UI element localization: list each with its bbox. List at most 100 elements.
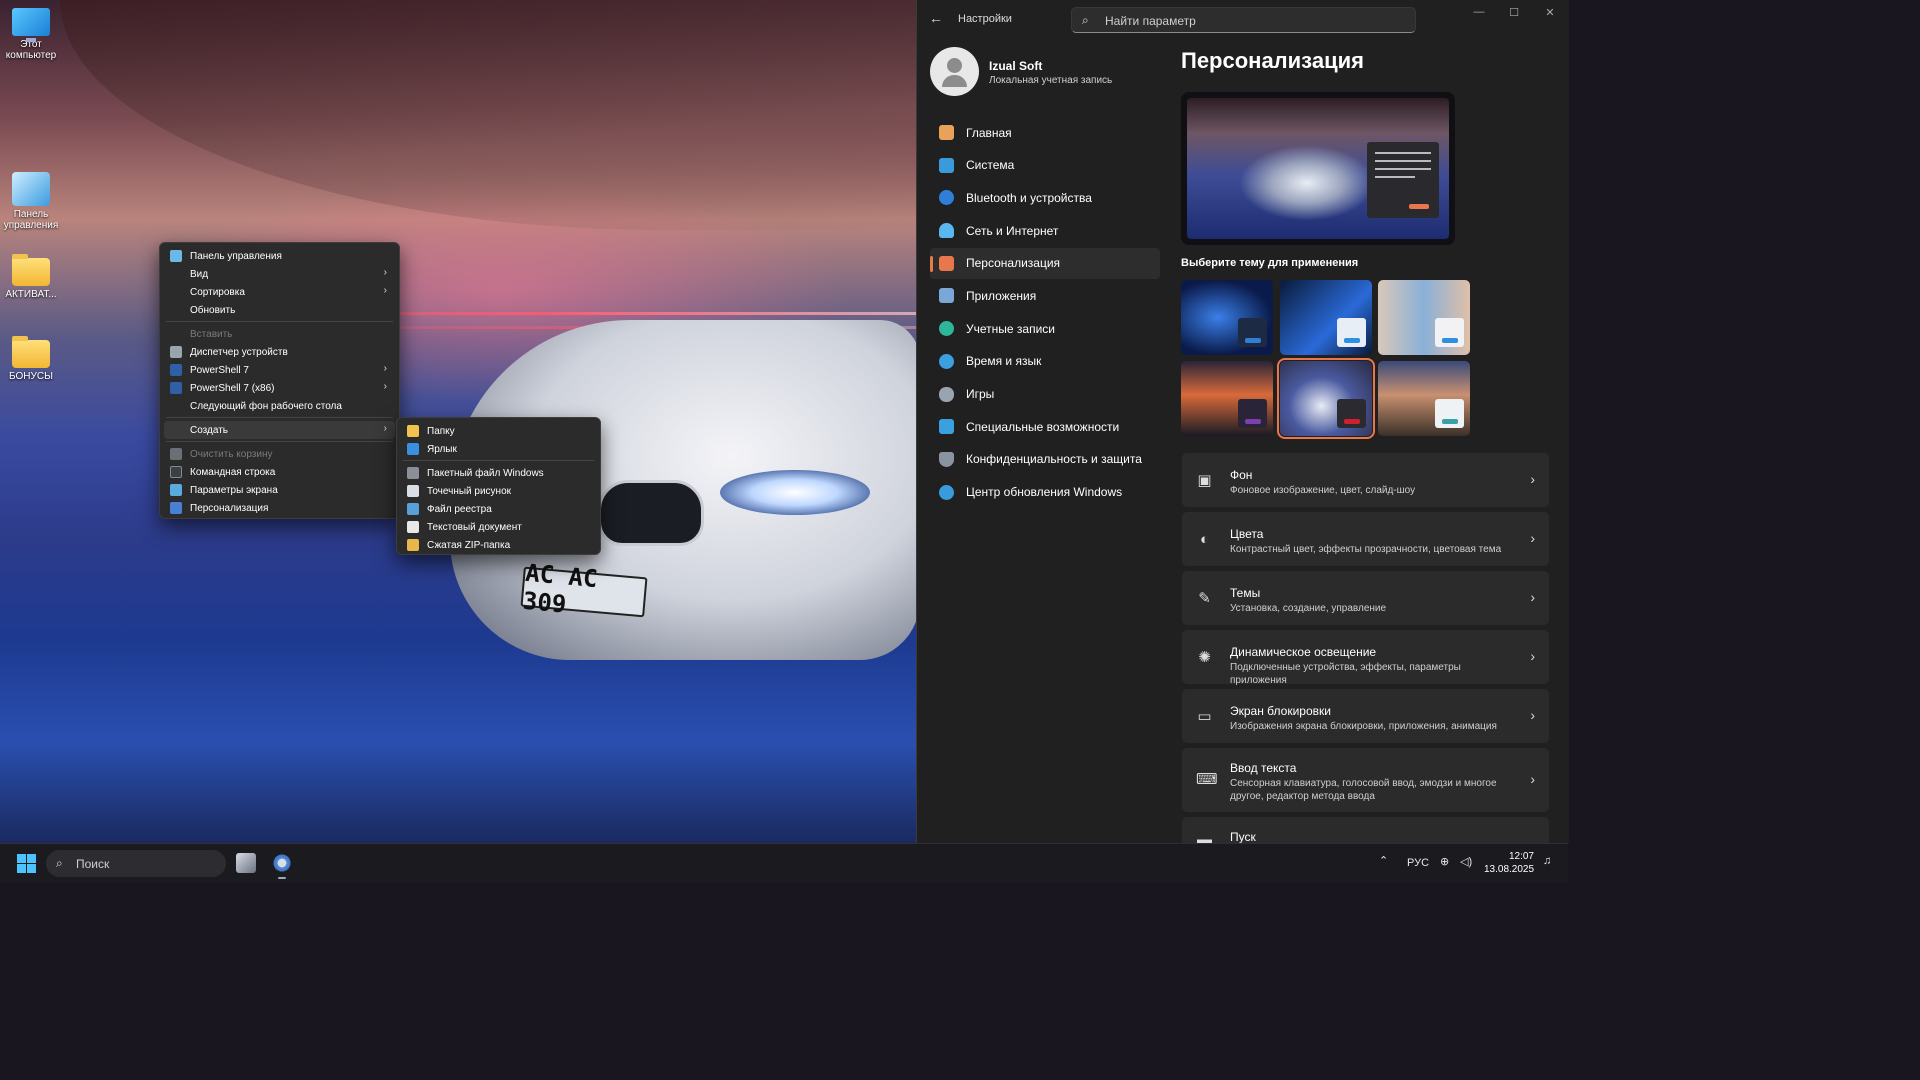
card-title: Динамическое освещение [1230, 645, 1377, 659]
nav-item-accessibility[interactable]: Специальные возможности [930, 411, 1160, 442]
nav-item-gaming[interactable]: Игры [930, 379, 1160, 410]
nav-item-apps[interactable]: Приложения [930, 280, 1160, 311]
card-text-input[interactable]: ⌨ Ввод текста Сенсорная клавиатура, голо… [1182, 748, 1549, 812]
user-avatar[interactable] [930, 47, 979, 96]
text-document-icon [407, 521, 419, 533]
card-title: Пуск [1230, 830, 1256, 844]
theme-thumbnail[interactable] [1378, 361, 1470, 436]
menu-item-label: Ярлык [427, 443, 457, 455]
nav-item-label: Специальные возможности [966, 419, 1120, 434]
submenu-item-folder[interactable]: Папку [401, 422, 596, 440]
folder-icon [407, 425, 419, 437]
nav-item-time-language[interactable]: Время и язык [930, 346, 1160, 377]
nav-item-accounts[interactable]: Учетные записи [930, 313, 1160, 344]
theme-thumbnail[interactable] [1181, 280, 1273, 355]
theme-thumbnail-selected[interactable] [1277, 358, 1375, 439]
desktop-icon-this-pc[interactable]: Этот компьютер [0, 8, 62, 61]
menu-item-view[interactable]: Вид › [164, 265, 395, 283]
menu-separator [166, 441, 393, 442]
menu-item-display-settings[interactable]: Параметры экрана [164, 481, 395, 499]
nav-item-label: Персонализация [966, 256, 1061, 271]
gamepad-icon [939, 386, 954, 402]
user-name: Izual Soft [989, 59, 1043, 73]
theme-section-label: Выберите тему для применения [1181, 257, 1359, 269]
chevron-right-icon: › [1530, 589, 1535, 605]
nav-item-network[interactable]: Сеть и Интернет [930, 215, 1160, 246]
taskbar-search[interactable]: ⌕ Поиск [46, 850, 226, 877]
card-themes[interactable]: ✎ Темы Установка, создание, управление › [1182, 571, 1549, 625]
nav-item-label: Приложения [966, 288, 1037, 303]
chevron-right-icon: › [383, 381, 387, 392]
submenu-item-bitmap[interactable]: Точечный рисунок [401, 482, 596, 500]
menu-item-powershell-x86[interactable]: PowerShell 7 (x86) › [164, 379, 395, 397]
submenu-item-zip-folder[interactable]: Сжатая ZIP-папка [401, 536, 596, 554]
menu-item-next-background[interactable]: Следующий фон рабочего стола [164, 397, 395, 415]
menu-item-device-manager[interactable]: Диспетчер устройств [164, 343, 395, 361]
wallpaper-bridge [60, 0, 916, 230]
submenu-item-registry-file[interactable]: Файл реестра [401, 500, 596, 518]
desktop-icon-activators-folder[interactable]: АКТИВАТ... [0, 254, 62, 300]
volume-icon[interactable]: ◁) [1460, 855, 1472, 868]
theme-thumbnail[interactable] [1378, 280, 1470, 355]
nav-item-system[interactable]: Система [930, 150, 1160, 181]
powershell-icon [170, 364, 182, 376]
network-globe-icon[interactable]: ⊕ [1440, 855, 1449, 868]
settings-gear-icon[interactable] [272, 853, 292, 873]
clock-time: 12:07 [1508, 851, 1534, 862]
minimize-icon[interactable]: — [1471, 6, 1487, 22]
submenu-item-shortcut[interactable]: Ярлык [401, 440, 596, 458]
task-view-icon[interactable] [236, 853, 256, 873]
settings-search-box[interactable]: ⌕ Найти параметр [1071, 7, 1416, 33]
nav-item-privacy[interactable]: Конфиденциальность и защита [930, 444, 1160, 475]
menu-item-label: Диспетчер устройств [190, 346, 288, 358]
notification-bell-icon[interactable]: ♫ [1543, 855, 1551, 867]
card-background[interactable]: ▣ Фон Фоновое изображение, цвет, слайд-ш… [1182, 453, 1549, 507]
menu-item-powershell[interactable]: PowerShell 7 › [164, 361, 395, 379]
menu-separator [166, 417, 393, 418]
control-panel-icon [170, 250, 182, 262]
page-title: Персонализация [1181, 48, 1364, 73]
submenu-item-batch-file[interactable]: Пакетный файл Windows [401, 464, 596, 482]
maximize-icon[interactable]: ☐ [1506, 6, 1522, 22]
theme-thumbnail[interactable] [1280, 280, 1372, 355]
computer-icon [12, 8, 50, 42]
card-lock-screen[interactable]: ▭ Экран блокировки Изображения экрана бл… [1182, 689, 1549, 743]
clock[interactable]: 12:07 13.08.2025 [1484, 850, 1534, 876]
settings-window: ← Настройки ⌕ Найти параметр — ☐ ✕ Izual… [916, 0, 1569, 848]
card-subtitle: Изображения экрана блокировки, приложени… [1230, 721, 1497, 732]
menu-item-label: Текстовый документ [427, 521, 522, 533]
nav-item-home[interactable]: Главная [930, 117, 1160, 148]
close-icon[interactable]: ✕ [1542, 6, 1558, 22]
desktop-icon-bonus-folder[interactable]: БОНУСЫ [0, 336, 62, 382]
nav-item-personalization[interactable]: Персонализация [930, 247, 1160, 279]
nav-item-label: Сеть и Интернет [966, 223, 1059, 238]
nav-item-bluetooth[interactable]: Bluetooth и устройства [930, 182, 1160, 213]
app-title: Настройки [958, 13, 1012, 25]
chevron-right-icon: › [383, 285, 387, 296]
desktop-icon-control-panel[interactable]: Панель управления [0, 172, 62, 231]
menu-item-command-prompt[interactable]: Командная строка [164, 463, 395, 481]
running-app-indicator [278, 877, 286, 879]
card-title: Экран блокировки [1230, 704, 1331, 718]
back-arrow-icon[interactable]: ← [929, 10, 943, 26]
card-start[interactable]: ▬ Пуск [1182, 817, 1549, 848]
menu-item-refresh[interactable]: Обновить [164, 301, 395, 319]
card-title: Темы [1230, 586, 1261, 600]
nav-item-windows-update[interactable]: Центр обновления Windows [930, 477, 1160, 508]
card-colors[interactable]: ◐ Цвета Контрастный цвет, эффекты прозра… [1182, 512, 1549, 566]
taskbar: ⌕ Поиск ⌃ РУС ⊕ ◁) 12:07 13.08.2025 ♫ [0, 843, 1568, 883]
menu-item-label: Панель управления [190, 250, 282, 262]
menu-item-control-panel[interactable]: Панель управления [164, 247, 395, 265]
submenu-item-text-document[interactable]: Текстовый документ [401, 518, 596, 536]
start-button[interactable] [17, 854, 36, 873]
card-title: Цвета [1230, 527, 1264, 541]
menu-item-label: Вставить [190, 328, 233, 340]
menu-item-personalization[interactable]: Персонализация [164, 499, 395, 517]
theme-thumbnail[interactable] [1181, 361, 1273, 436]
menu-item-label: Сортировка [190, 286, 245, 298]
menu-item-new[interactable]: Создать › [164, 421, 395, 439]
input-language[interactable]: РУС [1407, 857, 1429, 869]
chevron-up-icon[interactable]: ⌃ [1379, 854, 1388, 867]
menu-item-sort[interactable]: Сортировка › [164, 283, 395, 301]
card-dynamic-lighting[interactable]: ✺ Динамическое освещение Подключенные ус… [1182, 630, 1549, 686]
